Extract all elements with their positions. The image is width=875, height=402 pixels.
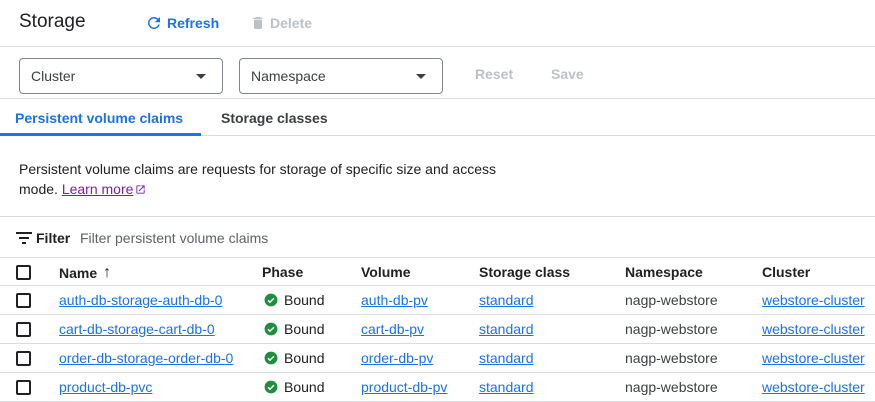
pvc-name-link[interactable]: auth-db-storage-auth-db-0 — [59, 292, 222, 308]
namespace-select[interactable]: Namespace — [239, 58, 443, 94]
arrow-up-icon: ↑ — [103, 264, 112, 281]
delete-button[interactable]: Delete — [250, 13, 312, 33]
pvc-name-link[interactable]: cart-db-storage-cart-db-0 — [59, 321, 215, 337]
cluster-link[interactable]: webstore-cluster — [762, 321, 865, 337]
row-checkbox[interactable] — [16, 322, 31, 337]
refresh-button[interactable]: Refresh — [145, 13, 219, 33]
pvc-name-link[interactable]: product-db-pvc — [59, 379, 152, 395]
filter-input[interactable] — [80, 228, 480, 248]
page-title: Storage — [19, 11, 86, 32]
column-header-phase[interactable]: Phase — [262, 264, 303, 280]
filter-selectors: Cluster Namespace Reset Save — [0, 47, 875, 99]
caret-down-icon — [196, 74, 206, 79]
namespace-value: nagp-webstore — [625, 350, 718, 366]
learn-more-link[interactable]: Learn more — [62, 181, 147, 197]
row-checkbox[interactable] — [16, 351, 31, 366]
refresh-icon — [147, 16, 160, 29]
cluster-select-label: Cluster — [31, 68, 76, 84]
cluster-link[interactable]: webstore-cluster — [762, 292, 865, 308]
tab-storage-classes[interactable]: Storage classes — [221, 99, 328, 136]
row-checkbox[interactable] — [16, 380, 31, 395]
column-header-name[interactable]: Name ↑ — [59, 264, 111, 282]
table-row: cart-db-storage-cart-db-0 Bound cart-db-… — [0, 315, 875, 344]
cluster-select[interactable]: Cluster — [19, 58, 223, 94]
external-link-icon — [136, 185, 146, 194]
pvc-name-link[interactable]: order-db-storage-order-db-0 — [59, 350, 233, 366]
namespace-value: nagp-webstore — [625, 379, 718, 395]
description: Persistent volume claims are requests fo… — [19, 159, 519, 199]
delete-label: Delete — [270, 15, 313, 31]
caret-down-icon — [416, 74, 426, 79]
filter-label: Filter — [36, 230, 71, 246]
namespace-select-label: Namespace — [251, 68, 326, 84]
storage-class-link[interactable]: standard — [479, 321, 533, 337]
storage-class-link[interactable]: standard — [479, 292, 533, 308]
table-header: Name ↑ Phase Volume Storage class Namesp… — [0, 258, 875, 286]
trash-icon — [253, 17, 263, 29]
refresh-label: Refresh — [167, 15, 220, 31]
tab-persistent-volume-claims[interactable]: Persistent volume claims — [0, 99, 201, 136]
check-circle-icon — [264, 293, 278, 307]
check-circle-icon — [264, 322, 278, 336]
table-filter-bar: Filter — [0, 216, 875, 258]
volume-link[interactable]: auth-db-pv — [361, 292, 428, 308]
column-header-volume[interactable]: Volume — [361, 264, 411, 280]
phase-status: Bound — [264, 292, 324, 308]
namespace-value: nagp-webstore — [625, 292, 718, 308]
column-header-cluster[interactable]: Cluster — [762, 264, 810, 280]
namespace-value: nagp-webstore — [625, 321, 718, 337]
row-checkbox[interactable] — [16, 293, 31, 308]
table-row: auth-db-storage-auth-db-0 Bound auth-db-… — [0, 286, 875, 315]
check-circle-icon — [264, 351, 278, 365]
page-header: Storage Refresh Delete — [0, 0, 875, 47]
cluster-link[interactable]: webstore-cluster — [762, 379, 865, 395]
column-header-storage-class[interactable]: Storage class — [479, 264, 570, 280]
check-circle-icon — [264, 380, 278, 394]
column-header-namespace[interactable]: Namespace — [625, 264, 703, 280]
select-all-checkbox[interactable] — [16, 265, 31, 280]
storage-class-link[interactable]: standard — [479, 350, 533, 366]
volume-link[interactable]: order-db-pv — [361, 350, 433, 366]
phase-status: Bound — [264, 379, 324, 395]
volume-link[interactable]: product-db-pv — [361, 379, 447, 395]
save-button[interactable]: Save — [551, 66, 584, 82]
tab-bar: Persistent volume claims Storage classes — [0, 99, 875, 136]
storage-class-link[interactable]: standard — [479, 379, 533, 395]
filter-lines-icon — [16, 232, 32, 244]
phase-status: Bound — [264, 350, 324, 366]
table-row: product-db-pvc Bound product-db-pv stand… — [0, 373, 875, 402]
reset-button[interactable]: Reset — [475, 66, 513, 82]
volume-link[interactable]: cart-db-pv — [361, 321, 424, 337]
cluster-link[interactable]: webstore-cluster — [762, 350, 865, 366]
phase-status: Bound — [264, 321, 324, 337]
table-row: order-db-storage-order-db-0 Bound order-… — [0, 344, 875, 373]
